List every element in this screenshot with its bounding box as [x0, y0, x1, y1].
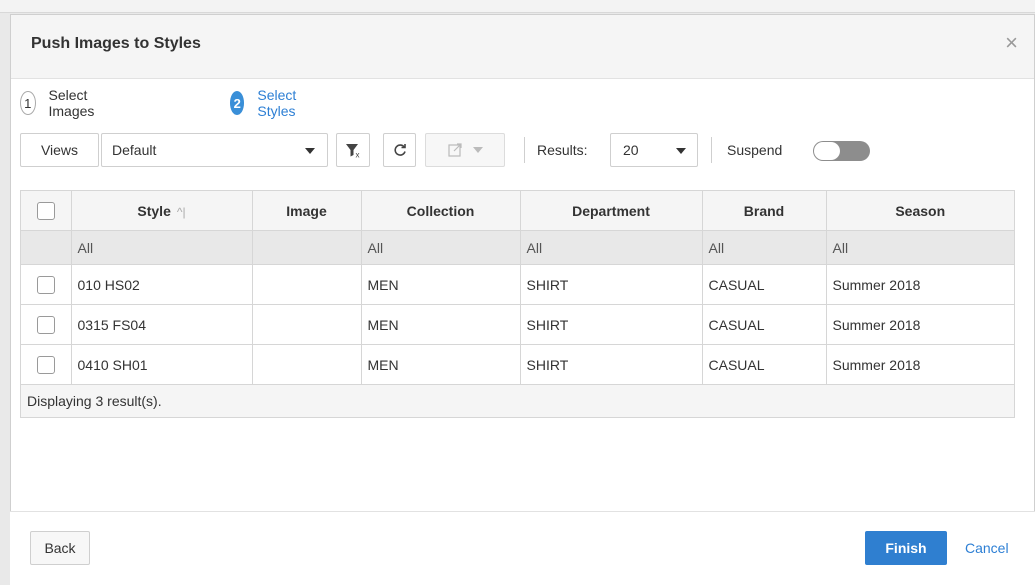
column-header-collection[interactable]: Collection — [361, 191, 521, 231]
filter-brand[interactable]: All — [702, 230, 827, 265]
row-select-cell — [21, 304, 72, 345]
cell-style: 010 HS02 — [71, 264, 253, 305]
step-label: Select Images — [48, 87, 95, 119]
back-button[interactable]: Back — [30, 531, 90, 565]
cell-department: SHIRT — [520, 264, 703, 305]
row-checkbox[interactable] — [36, 355, 55, 374]
select-all-cell — [21, 191, 72, 231]
filter-department[interactable]: All — [520, 230, 703, 265]
cell-season: Summer 2018 — [826, 264, 1014, 305]
column-label: Style — [137, 202, 171, 219]
suspend-toggle[interactable] — [813, 141, 870, 161]
close-icon[interactable]: × — [1005, 32, 1018, 54]
cell-brand: CASUAL — [702, 304, 827, 345]
results-select[interactable]: 20 — [610, 133, 698, 167]
column-header-department[interactable]: Department — [520, 191, 703, 231]
toolbar-divider — [711, 137, 712, 163]
header-row: Style ^| Image Collection Department Bran… — [21, 191, 1014, 231]
cell-department: SHIRT — [520, 344, 703, 385]
clear-filter-icon: x — [346, 144, 360, 160]
step-select-styles[interactable]: 2 Select Styles — [230, 87, 306, 119]
chevron-down-icon — [305, 148, 315, 154]
views-button[interactable]: Views — [20, 133, 99, 167]
refresh-icon — [393, 144, 406, 156]
toolbar-divider — [524, 137, 525, 163]
filter-season[interactable]: All — [826, 230, 1014, 265]
grid-toolbar: Views Default x Results: 20 Suspend — [20, 133, 1015, 167]
results-label: Results: — [537, 142, 588, 158]
table-row[interactable]: 010 HS02 MEN SHIRT CASUAL Summer 2018 — [21, 264, 1014, 305]
sort-ascending-icon[interactable]: ^| — [177, 205, 186, 219]
table-row[interactable]: 0410 SH01 MEN SHIRT CASUAL Summer 2018 — [21, 344, 1014, 385]
view-select[interactable]: Default — [101, 133, 328, 167]
grid-footer-status: Displaying 3 result(s). — [21, 385, 1014, 417]
cell-brand: CASUAL — [702, 344, 827, 385]
cell-collection: MEN — [361, 264, 521, 305]
filter-cell-empty — [21, 230, 72, 265]
dialog-title: Push Images to Styles — [31, 35, 201, 52]
refresh-button[interactable] — [383, 133, 416, 167]
clear-filter-button[interactable]: x — [336, 133, 370, 167]
cell-season: Summer 2018 — [826, 304, 1014, 345]
table-row[interactable]: 0315 FS04 MEN SHIRT CASUAL Summer 2018 — [21, 304, 1014, 345]
cell-image — [252, 264, 362, 305]
chevron-down-icon — [473, 147, 483, 153]
cell-brand: CASUAL — [702, 264, 827, 305]
column-header-image[interactable]: Image — [252, 191, 362, 231]
dialog-footer: Back Finish Cancel — [10, 511, 1035, 585]
chevron-down-icon — [676, 148, 686, 154]
row-select-cell — [21, 344, 72, 385]
row-checkbox[interactable] — [36, 315, 55, 334]
filter-collection[interactable]: All — [361, 230, 521, 265]
cancel-link[interactable]: Cancel — [965, 531, 1009, 565]
step-select-images[interactable]: 1 Select Images — [20, 87, 103, 119]
export-icon — [448, 143, 462, 157]
svg-text:x: x — [356, 151, 360, 160]
styles-grid: Style ^| Image Collection Department Bran… — [20, 190, 1015, 418]
step-number: 1 — [20, 91, 36, 115]
dialog-header: Push Images to Styles × — [11, 15, 1034, 79]
select-all-checkbox[interactable] — [36, 201, 55, 220]
cell-collection: MEN — [361, 344, 521, 385]
dialog-footer-bar: Back Finish Cancel — [10, 511, 1035, 585]
row-checkbox[interactable] — [36, 275, 55, 294]
finish-button[interactable]: Finish — [865, 531, 947, 565]
cell-season: Summer 2018 — [826, 344, 1014, 385]
step-label: Select Styles — [257, 87, 297, 119]
filter-style[interactable]: All — [71, 230, 253, 265]
column-header-style[interactable]: Style ^| — [71, 191, 253, 231]
background-app-strip — [0, 0, 1035, 13]
cell-collection: MEN — [361, 304, 521, 345]
cell-style: 0410 SH01 — [71, 344, 253, 385]
cell-image — [252, 344, 362, 385]
step-number: 2 — [230, 91, 245, 115]
cell-department: SHIRT — [520, 304, 703, 345]
export-button[interactable] — [425, 133, 505, 167]
filter-image — [252, 230, 362, 265]
view-select-value: Default — [112, 142, 157, 158]
toggle-knob — [814, 142, 840, 160]
row-select-cell — [21, 264, 72, 305]
cell-style: 0315 FS04 — [71, 304, 253, 345]
column-header-brand[interactable]: Brand — [702, 191, 827, 231]
results-select-value: 20 — [623, 142, 639, 158]
styles-table: Style ^| Image Collection Department Bran… — [21, 191, 1014, 385]
cell-image — [252, 304, 362, 345]
suspend-label: Suspend — [727, 142, 783, 158]
column-header-season[interactable]: Season — [826, 191, 1014, 231]
filter-row: All All All All All — [21, 230, 1014, 265]
